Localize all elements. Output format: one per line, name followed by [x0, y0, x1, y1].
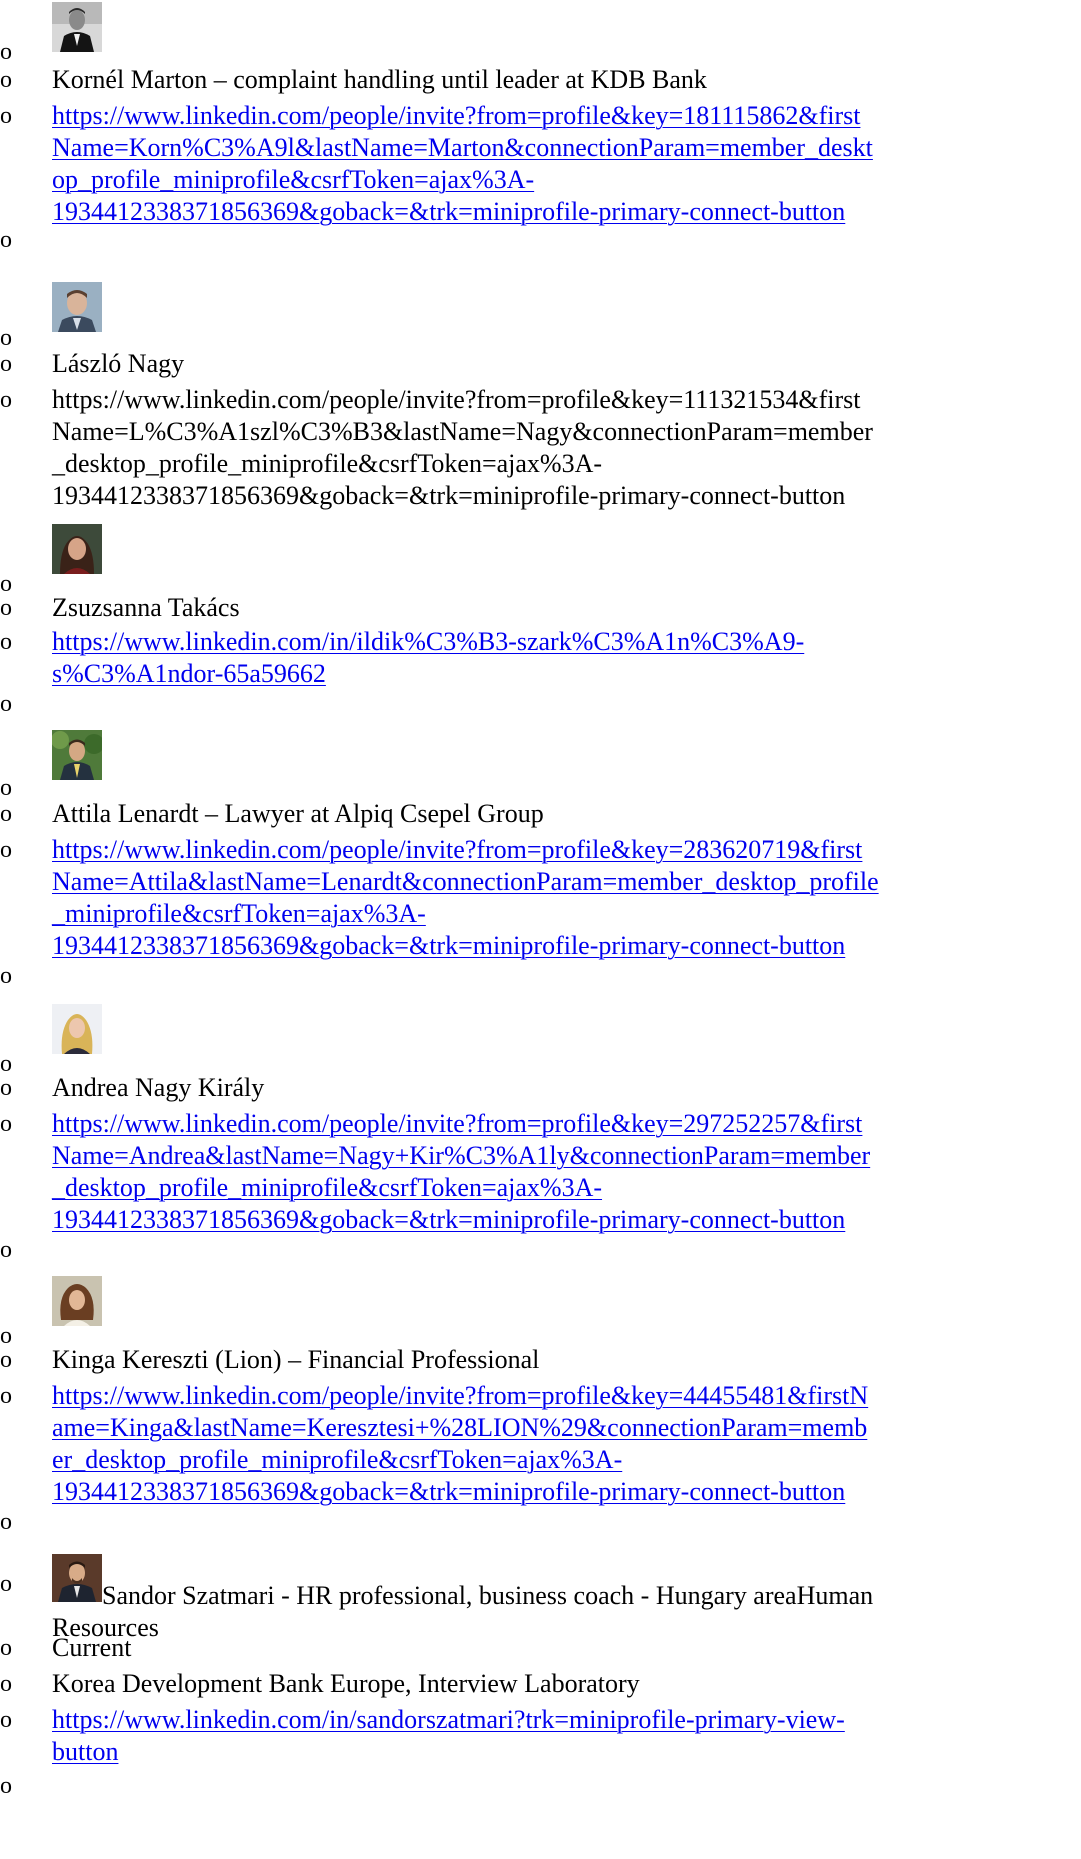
profile-photo-laszlo-nagy — [52, 282, 102, 332]
list-bullet: o — [0, 629, 12, 655]
link-line: button — [52, 1737, 119, 1766]
list-bullet: o — [0, 351, 12, 377]
list-bullet: o — [0, 837, 12, 863]
list-bullet: o — [0, 1383, 12, 1409]
profile-photo-andrea-nagy-kiraly — [52, 1004, 102, 1054]
link-line: _miniprofile&csrfToken=ajax%3A- — [52, 899, 426, 928]
list-bullet: o — [0, 1571, 12, 1597]
list-bullet: o — [0, 1075, 12, 1101]
link-line: https://www.linkedin.com/in/ildik%C3%B3-… — [52, 627, 805, 656]
link-line: 1934412338371856369&goback=&trk=miniprof… — [52, 197, 846, 226]
contact-name: Sandor Szatmari - HR professional, busin… — [102, 1581, 874, 1610]
link-line: op_profile_miniprofile&csrfToken=ajax%3A… — [52, 165, 535, 194]
link-line: https://www.linkedin.com/in/sandorszatma… — [52, 1705, 845, 1734]
url-line: _desktop_profile_miniprofile&csrfToken=a… — [52, 449, 603, 478]
link-line: 1934412338371856369&goback=&trk=miniprof… — [52, 1477, 846, 1506]
list-bullet: o — [0, 67, 12, 93]
contact-name: Kinga Kereszti (Lion) – Financial Profes… — [52, 1345, 540, 1374]
url-line: 1934412338371856369&goback=&trk=miniprof… — [52, 481, 846, 510]
list-bullet: o — [0, 1671, 12, 1697]
link-line: Name=Attila&lastName=Lenardt&connectionP… — [52, 867, 879, 896]
list-bullet: o — [0, 1347, 12, 1373]
list-bullet: o — [0, 1509, 12, 1535]
list-bullet: o — [0, 1707, 12, 1733]
list-bullet: o — [0, 1773, 12, 1799]
link-line: 1934412338371856369&goback=&trk=miniprof… — [52, 1205, 846, 1234]
profile-photo-zsuzsanna-takacs — [52, 524, 102, 574]
profile-photo-kornel-marton — [52, 2, 102, 52]
list-bullet: o — [0, 227, 12, 253]
profile-url-text: https://www.linkedin.com/people/invite?f… — [52, 384, 1071, 512]
list-bullet: o — [0, 103, 12, 129]
link-line: 1934412338371856369&goback=&trk=miniprof… — [52, 931, 846, 960]
list-bullet: o — [0, 1635, 12, 1661]
link-line: https://www.linkedin.com/people/invite?f… — [52, 101, 861, 130]
contact-name: Attila Lenardt – Lawyer at Alpiq Csepel … — [52, 799, 544, 828]
profile-photo-attila-lenardt — [51, 730, 104, 780]
contact-name: Andrea Nagy Király — [52, 1073, 265, 1102]
list-bullet: o — [0, 387, 12, 413]
document-page: o o Kornél Marton – complaint handling u… — [0, 0, 1081, 1859]
current-label: Current — [52, 1633, 132, 1662]
link-line: Name=Andrea&lastName=Nagy+Kir%C3%A1ly&co… — [52, 1141, 871, 1170]
profile-link[interactable]: https://www.linkedin.com/in/ildik%C3%B3-… — [52, 626, 1071, 690]
url-line: Name=L%C3%A1szl%C3%B3&lastName=Nagy&conn… — [52, 417, 873, 446]
list-bullet: o — [0, 691, 12, 717]
link-line: https://www.linkedin.com/people/invite?f… — [52, 1381, 869, 1410]
contact-name: Kornél Marton – complaint handling until… — [52, 65, 707, 94]
contact-name: Zsuzsanna Takács — [52, 593, 240, 622]
profile-photo-kinga-kereszti — [52, 1276, 102, 1326]
profile-link[interactable]: https://www.linkedin.com/in/sandorszatma… — [52, 1704, 1071, 1768]
link-line: _desktop_profile_miniprofile&csrfToken=a… — [52, 1173, 603, 1202]
link-line: https://www.linkedin.com/people/invite?f… — [52, 835, 863, 864]
list-bullet: o — [0, 1111, 12, 1137]
link-line: er_desktop_profile_miniprofile&csrfToken… — [52, 1445, 623, 1474]
profile-photo-sandor-szatmari — [52, 1554, 102, 1608]
profile-link[interactable]: https://www.linkedin.com/people/invite?f… — [52, 100, 1071, 228]
current-companies: Korea Development Bank Europe, Interview… — [52, 1669, 640, 1698]
list-bullet: o — [0, 1237, 12, 1263]
link-line: https://www.linkedin.com/people/invite?f… — [52, 1109, 863, 1138]
link-line: s%C3%A1ndor-65a59662 — [52, 659, 326, 688]
profile-link[interactable]: https://www.linkedin.com/people/invite?f… — [52, 1380, 1071, 1508]
contact-name: László Nagy — [52, 349, 185, 378]
list-bullet: o — [0, 595, 12, 621]
list-bullet: o — [0, 801, 12, 827]
list-bullet: o — [0, 963, 12, 989]
link-line: Name=Korn%C3%A9l&lastName=Marton&connect… — [52, 133, 873, 162]
profile-link[interactable]: https://www.linkedin.com/people/invite?f… — [52, 1108, 1071, 1236]
url-line: https://www.linkedin.com/people/invite?f… — [52, 385, 861, 414]
profile-link[interactable]: https://www.linkedin.com/people/invite?f… — [52, 834, 1071, 962]
link-line: ame=Kinga&lastName=Keresztesi+%28LION%29… — [52, 1413, 868, 1442]
